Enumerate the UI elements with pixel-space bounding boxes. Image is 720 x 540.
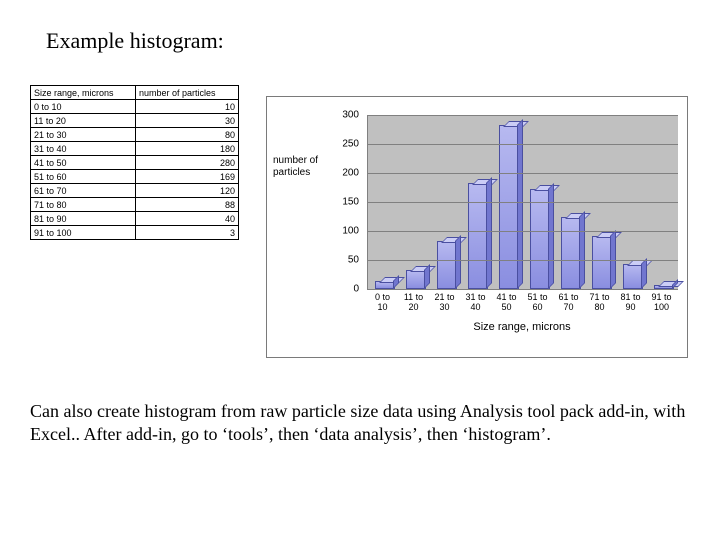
page-title: Example histogram:: [46, 28, 224, 54]
table-row: 11 to 2030: [31, 114, 239, 128]
bar: [375, 279, 397, 289]
size-range-cell: 91 to 100: [31, 226, 136, 240]
count-cell: 40: [136, 212, 239, 226]
x-tick-label: 51 to60: [522, 293, 553, 313]
table-row: 21 to 3080: [31, 128, 239, 142]
gridline: [368, 260, 678, 261]
page: Example histogram: Size range, microns n…: [0, 0, 720, 540]
count-cell: 3: [136, 226, 239, 240]
size-range-cell: 81 to 90: [31, 212, 136, 226]
table-row: 71 to 8088: [31, 198, 239, 212]
x-tick-label: 21 to30: [429, 293, 460, 313]
size-range-cell: 61 to 70: [31, 184, 136, 198]
size-range-cell: 0 to 10: [31, 100, 136, 114]
table-header: number of particles: [136, 86, 239, 100]
count-cell: 180: [136, 142, 239, 156]
x-tick-label: 61 to70: [553, 293, 584, 313]
x-tick-label: 11 to20: [398, 293, 429, 313]
x-tick-label: 31 to40: [460, 293, 491, 313]
y-tick-label: 50: [348, 255, 359, 266]
y-tick-label: 0: [353, 284, 359, 295]
y-tick-label: 300: [342, 110, 359, 121]
y-tick-label: 200: [342, 168, 359, 179]
x-tick-label: 41 to50: [491, 293, 522, 313]
gridline: [368, 115, 678, 116]
bar: [623, 262, 645, 289]
table-row: 81 to 9040: [31, 212, 239, 226]
table-row: 31 to 40180: [31, 142, 239, 156]
bar: [499, 123, 521, 289]
table-row: 0 to 1010: [31, 100, 239, 114]
x-axis-label: Size range, microns: [367, 321, 677, 333]
x-tick-label: 0 to10: [367, 293, 398, 313]
count-cell: 30: [136, 114, 239, 128]
bar: [592, 234, 614, 289]
table-row: 51 to 60169: [31, 170, 239, 184]
size-range-cell: 11 to 20: [31, 114, 136, 128]
table-header-row: Size range, microns number of particles: [31, 86, 239, 100]
bar: [437, 239, 459, 289]
x-tick-label: 91 to100: [646, 293, 677, 313]
table-header: Size range, microns: [31, 86, 136, 100]
y-axis-ticks: 050100150200250300: [335, 115, 363, 289]
histogram-chart: number of particles 0 50 100 150 200 250 300 0…: [266, 96, 688, 358]
size-range-cell: 51 to 60: [31, 170, 136, 184]
gridline: [368, 202, 678, 203]
size-range-cell: 71 to 80: [31, 198, 136, 212]
bar: [468, 181, 490, 289]
table-row: 41 to 50280: [31, 156, 239, 170]
count-cell: 120: [136, 184, 239, 198]
bar: [561, 215, 583, 289]
size-range-cell: 41 to 50: [31, 156, 136, 170]
plot-area: [367, 115, 678, 290]
bar: [654, 283, 676, 289]
count-cell: 280: [136, 156, 239, 170]
count-cell: 10: [136, 100, 239, 114]
size-range-cell: 21 to 30: [31, 128, 136, 142]
gridline: [368, 173, 678, 174]
caption-text: Can also create histogram from raw parti…: [30, 400, 690, 446]
table-row: 91 to 1003: [31, 226, 239, 240]
count-cell: 169: [136, 170, 239, 184]
bar: [406, 268, 428, 289]
gridline: [368, 144, 678, 145]
count-cell: 88: [136, 198, 239, 212]
table-row: 61 to 70120: [31, 184, 239, 198]
count-cell: 80: [136, 128, 239, 142]
x-tick-label: 71 to80: [584, 293, 615, 313]
data-table: Size range, microns number of particles …: [30, 85, 239, 240]
x-axis-ticks: 0 to1011 to2021 to3031 to4041 to5051 to6…: [367, 291, 677, 319]
size-range-cell: 31 to 40: [31, 142, 136, 156]
y-tick-label: 150: [342, 197, 359, 208]
y-tick-label: 100: [342, 226, 359, 237]
y-axis-label: number of particles: [273, 155, 335, 178]
y-tick-label: 250: [342, 139, 359, 150]
x-tick-label: 81 to90: [615, 293, 646, 313]
gridline: [368, 231, 678, 232]
